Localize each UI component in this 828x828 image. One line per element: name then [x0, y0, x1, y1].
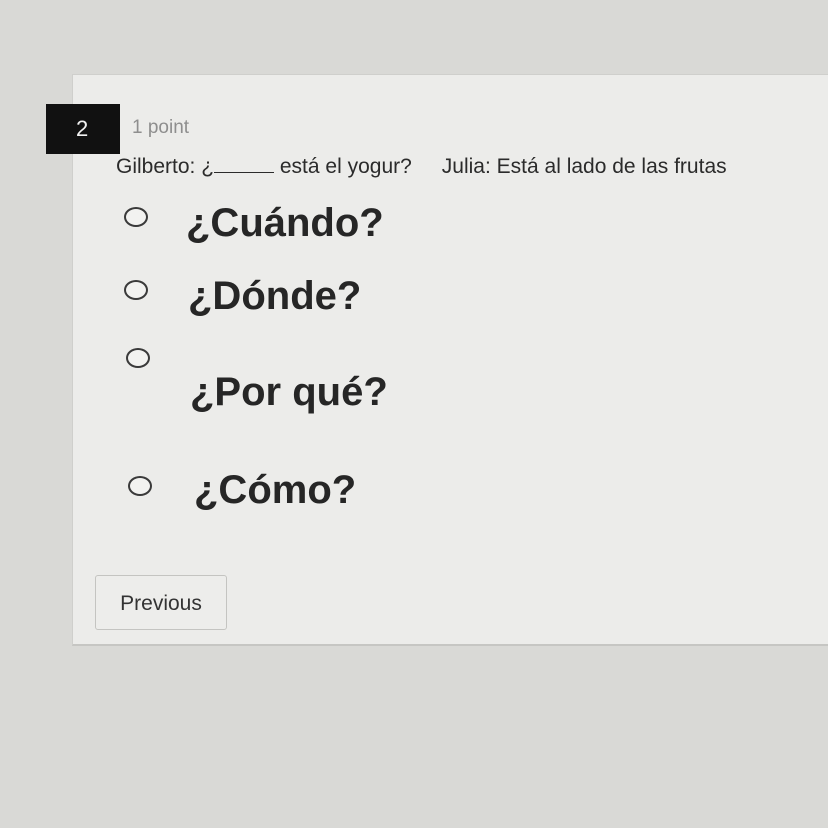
option-cuando-label[interactable]: ¿Cuándo?	[186, 201, 384, 246]
option-donde-label[interactable]: ¿Dónde?	[188, 274, 361, 319]
option-cuando-radio[interactable]	[124, 207, 148, 227]
previous-button[interactable]: Previous	[95, 575, 227, 630]
option-por-que-radio[interactable]	[126, 348, 150, 368]
question-points: 1 point	[132, 117, 190, 138]
prompt-end: Julia: Está al lado de las frutas	[441, 155, 727, 178]
question-number: 2	[46, 104, 120, 154]
prompt-middle: está el yogur?	[279, 155, 412, 178]
answer-blank	[214, 155, 275, 173]
prompt-start: Gilberto: ¿	[116, 155, 215, 178]
option-donde-radio[interactable]	[124, 280, 148, 300]
option-como-label[interactable]: ¿Cómo?	[194, 468, 356, 513]
question-prompt: Gilberto: ¿ está el yogur? Julia: Está al…	[116, 155, 727, 179]
option-por-que-label[interactable]: ¿Por qué?	[190, 370, 388, 415]
option-como-radio[interactable]	[128, 476, 152, 496]
